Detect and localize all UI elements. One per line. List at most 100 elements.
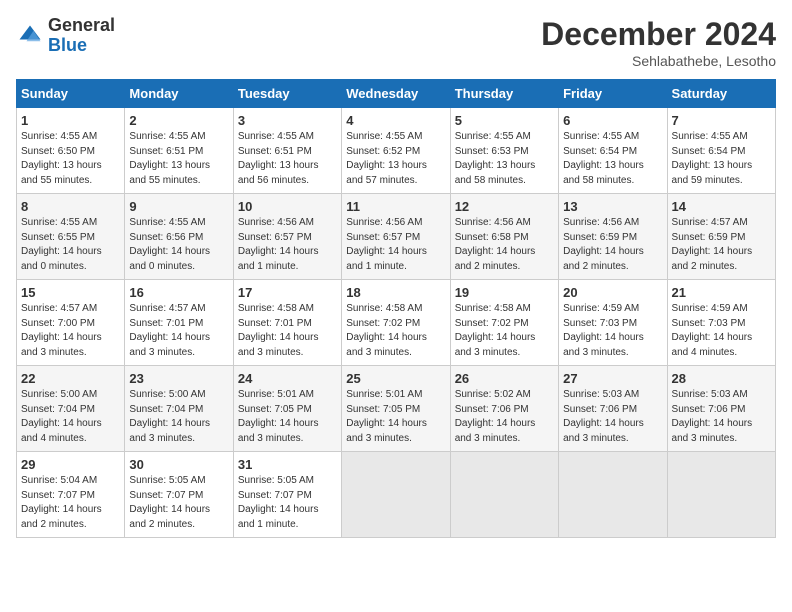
calendar-cell: 17 Sunrise: 4:58 AMSunset: 7:01 PMDayligh… <box>233 280 341 366</box>
calendar-cell: 24 Sunrise: 5:01 AMSunset: 7:05 PMDayligh… <box>233 366 341 452</box>
calendar-cell: 26Sunrise: 5:02 AMSunset: 7:06 PMDayligh… <box>450 366 558 452</box>
calendar-cell: 1Sunrise: 4:55 AMSunset: 6:50 PMDaylight… <box>17 108 125 194</box>
day-number: 12 <box>455 199 554 214</box>
calendar-cell: 14 Sunrise: 4:57 AMSunset: 6:59 PMDayligh… <box>667 194 775 280</box>
calendar-cell: 3 Sunrise: 4:55 AMSunset: 6:51 PMDaylight… <box>233 108 341 194</box>
day-number: 17 <box>238 285 337 300</box>
logo-text: GeneralBlue <box>48 16 115 56</box>
calendar-cell: 13 Sunrise: 4:56 AMSunset: 6:59 PMDayligh… <box>559 194 667 280</box>
calendar-cell: 28Sunrise: 5:03 AMSunset: 7:06 PMDayligh… <box>667 366 775 452</box>
day-number: 24 <box>238 371 337 386</box>
day-info: Sunrise: 5:03 AMSunset: 7:06 PMDaylight:… <box>672 388 771 446</box>
col-sunday: Sunday <box>17 80 125 108</box>
day-info: Sunrise: 4:55 AMSunset: 6:52 PMDaylight:… <box>346 130 445 188</box>
day-number: 27 <box>563 371 662 386</box>
day-info: Sunrise: 5:01 AMSunset: 7:05 PMDaylight:… <box>238 388 337 446</box>
calendar-cell <box>559 452 667 538</box>
day-info: Sunrise: 4:57 AMSunset: 7:00 PMDaylight:… <box>21 302 120 360</box>
day-number: 11 <box>346 199 445 214</box>
col-monday: Monday <box>125 80 233 108</box>
day-number: 15 <box>21 285 120 300</box>
location-subtitle: Sehlabathebe, Lesotho <box>541 53 776 69</box>
day-info: Sunrise: 4:55 AMSunset: 6:56 PMDaylight:… <box>129 216 228 274</box>
col-wednesday: Wednesday <box>342 80 450 108</box>
day-info: Sunrise: 5:00 AMSunset: 7:04 PMDaylight:… <box>129 388 228 446</box>
logo-blue-text: Blue <box>48 35 87 55</box>
day-number: 7 <box>672 113 771 128</box>
day-info: Sunrise: 4:58 AMSunset: 7:02 PMDaylight:… <box>346 302 445 360</box>
day-number: 20 <box>563 285 662 300</box>
page-header: GeneralBlue December 2024 Sehlabathebe, … <box>16 16 776 69</box>
day-info: Sunrise: 4:56 AMSunset: 6:57 PMDaylight:… <box>238 216 337 274</box>
col-tuesday: Tuesday <box>233 80 341 108</box>
day-number: 5 <box>455 113 554 128</box>
day-number: 22 <box>21 371 120 386</box>
calendar-cell: 23Sunrise: 5:00 AMSunset: 7:04 PMDayligh… <box>125 366 233 452</box>
day-info: Sunrise: 4:55 AMSunset: 6:51 PMDaylight:… <box>129 130 228 188</box>
day-info: Sunrise: 5:04 AMSunset: 7:07 PMDaylight:… <box>21 474 120 532</box>
calendar-row: 8 Sunrise: 4:55 AMSunset: 6:55 PMDaylight… <box>17 194 776 280</box>
calendar-row: 1Sunrise: 4:55 AMSunset: 6:50 PMDaylight… <box>17 108 776 194</box>
calendar-cell: 19 Sunrise: 4:58 AMSunset: 7:02 PMDayligh… <box>450 280 558 366</box>
calendar-cell: 7 Sunrise: 4:55 AMSunset: 6:54 PMDaylight… <box>667 108 775 194</box>
calendar-cell: 12 Sunrise: 4:56 AMSunset: 6:58 PMDayligh… <box>450 194 558 280</box>
day-info: Sunrise: 4:58 AMSunset: 7:02 PMDaylight:… <box>455 302 554 360</box>
day-number: 14 <box>672 199 771 214</box>
day-info: Sunrise: 4:56 AMSunset: 6:57 PMDaylight:… <box>346 216 445 274</box>
col-friday: Friday <box>559 80 667 108</box>
calendar-cell <box>342 452 450 538</box>
day-info: Sunrise: 4:59 AMSunset: 7:03 PMDaylight:… <box>672 302 771 360</box>
calendar-cell: 30 Sunrise: 5:05 AMSunset: 7:07 PMDayligh… <box>125 452 233 538</box>
day-info: Sunrise: 4:57 AMSunset: 6:59 PMDaylight:… <box>672 216 771 274</box>
day-info: Sunrise: 4:59 AMSunset: 7:03 PMDaylight:… <box>563 302 662 360</box>
day-number: 4 <box>346 113 445 128</box>
day-number: 25 <box>346 371 445 386</box>
calendar-cell: 8 Sunrise: 4:55 AMSunset: 6:55 PMDaylight… <box>17 194 125 280</box>
calendar-cell: 4 Sunrise: 4:55 AMSunset: 6:52 PMDaylight… <box>342 108 450 194</box>
day-info: Sunrise: 4:55 AMSunset: 6:55 PMDaylight:… <box>21 216 120 274</box>
calendar-cell: 6Sunrise: 4:55 AMSunset: 6:54 PMDaylight… <box>559 108 667 194</box>
calendar-cell: 29 Sunrise: 5:04 AMSunset: 7:07 PMDayligh… <box>17 452 125 538</box>
calendar-cell: 11 Sunrise: 4:56 AMSunset: 6:57 PMDayligh… <box>342 194 450 280</box>
calendar-cell: 5 Sunrise: 4:55 AMSunset: 6:53 PMDaylight… <box>450 108 558 194</box>
day-info: Sunrise: 5:03 AMSunset: 7:06 PMDaylight:… <box>563 388 662 446</box>
day-info: Sunrise: 4:55 AMSunset: 6:53 PMDaylight:… <box>455 130 554 188</box>
day-number: 1 <box>21 113 120 128</box>
month-title: December 2024 <box>541 16 776 53</box>
col-saturday: Saturday <box>667 80 775 108</box>
day-number: 26 <box>455 371 554 386</box>
title-area: December 2024 Sehlabathebe, Lesotho <box>541 16 776 69</box>
day-number: 21 <box>672 285 771 300</box>
day-info: Sunrise: 5:05 AMSunset: 7:07 PMDaylight:… <box>238 474 337 532</box>
calendar-row: 15 Sunrise: 4:57 AMSunset: 7:00 PMDayligh… <box>17 280 776 366</box>
calendar-cell <box>667 452 775 538</box>
day-number: 30 <box>129 457 228 472</box>
day-number: 18 <box>346 285 445 300</box>
day-info: Sunrise: 4:56 AMSunset: 6:59 PMDaylight:… <box>563 216 662 274</box>
day-number: 31 <box>238 457 337 472</box>
calendar-cell: 2Sunrise: 4:55 AMSunset: 6:51 PMDaylight… <box>125 108 233 194</box>
calendar-cell: 25 Sunrise: 5:01 AMSunset: 7:05 PMDayligh… <box>342 366 450 452</box>
day-info: Sunrise: 4:55 AMSunset: 6:54 PMDaylight:… <box>672 130 771 188</box>
day-number: 29 <box>21 457 120 472</box>
logo-icon <box>16 22 44 50</box>
calendar-cell: 22Sunrise: 5:00 AMSunset: 7:04 PMDayligh… <box>17 366 125 452</box>
day-number: 8 <box>21 199 120 214</box>
calendar-row: 22 Sunrise: 5:00 AMSunset: 7:04 PMDayligh… <box>17 366 776 452</box>
day-info: Sunrise: 4:55 AMSunset: 6:54 PMDaylight:… <box>563 130 662 188</box>
day-info: Sunrise: 4:58 AMSunset: 7:01 PMDaylight:… <box>238 302 337 360</box>
day-info: Sunrise: 5:01 AMSunset: 7:05 PMDaylight:… <box>346 388 445 446</box>
calendar-cell: 10 Sunrise: 4:56 AMSunset: 6:57 PMDayligh… <box>233 194 341 280</box>
day-number: 19 <box>455 285 554 300</box>
calendar-cell: 20 Sunrise: 4:59 AMSunset: 7:03 PMDayligh… <box>559 280 667 366</box>
day-number: 10 <box>238 199 337 214</box>
calendar-header-row: Sunday Monday Tuesday Wednesday Thursday… <box>17 80 776 108</box>
day-number: 3 <box>238 113 337 128</box>
col-thursday: Thursday <box>450 80 558 108</box>
day-info: Sunrise: 5:05 AMSunset: 7:07 PMDaylight:… <box>129 474 228 532</box>
day-number: 13 <box>563 199 662 214</box>
calendar-cell: 9Sunrise: 4:55 AMSunset: 6:56 PMDaylight… <box>125 194 233 280</box>
day-info: Sunrise: 4:55 AMSunset: 6:51 PMDaylight:… <box>238 130 337 188</box>
calendar-cell: 18 Sunrise: 4:58 AMSunset: 7:02 PMDayligh… <box>342 280 450 366</box>
day-info: Sunrise: 4:56 AMSunset: 6:58 PMDaylight:… <box>455 216 554 274</box>
